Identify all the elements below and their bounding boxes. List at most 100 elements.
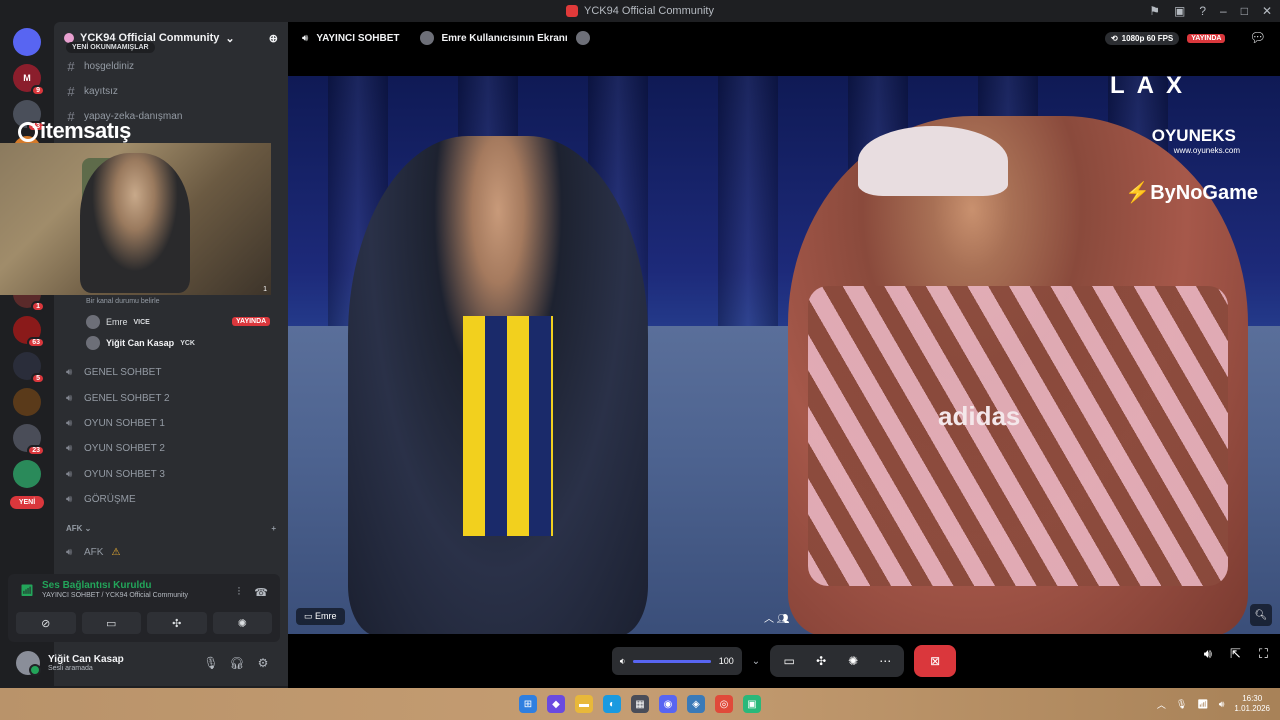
title-bar: YCK94 Official Community ⚑ ▣ ? – □ ✕ bbox=[0, 0, 1280, 22]
voice-channel-afk[interactable]: 🔊︎ AFK ⚠ bbox=[54, 540, 288, 565]
voice-channel[interactable]: 🔊︎ GENEL SOHBET 2 bbox=[54, 385, 288, 410]
new-unreads-pill[interactable]: YENİ OKUNMAMIŞLAR bbox=[66, 42, 155, 53]
volume-control[interactable]: 🔉︎ 100 bbox=[611, 647, 742, 675]
minimize-button[interactable]: – bbox=[1220, 4, 1227, 18]
folder-icon[interactable]: ▬ bbox=[575, 695, 593, 713]
voice-channel[interactable]: 🔊︎ GÖRÜŞME bbox=[54, 487, 288, 512]
chevron-down-icon[interactable]: ⌄ bbox=[752, 656, 760, 667]
voice-user-yigit[interactable]: Yiğit Can Kasap YCK bbox=[86, 334, 195, 352]
new-servers-label[interactable]: YENİ bbox=[10, 496, 44, 509]
copilot-icon[interactable]: ◆ bbox=[547, 695, 565, 713]
connection-status[interactable]: Ses Bağlantısı Kuruldu bbox=[42, 580, 270, 591]
channel-name: OYUN SOHBET 2 bbox=[84, 443, 165, 455]
invite-icon[interactable]: ⊕ bbox=[269, 32, 278, 45]
discord-home-icon[interactable] bbox=[13, 28, 41, 56]
voice-channel-list: 🔊︎ GENEL SOHBET 🔊︎ GENEL SOHBET 2 🔊︎ OYUN SOH… bbox=[54, 360, 288, 512]
server-icon[interactable] bbox=[13, 460, 41, 488]
maximize-button[interactable]: □ bbox=[1241, 4, 1248, 18]
disconnect-icon[interactable]: ☎ bbox=[254, 586, 268, 599]
activities-button[interactable]: ✣ bbox=[808, 648, 834, 674]
server-icon[interactable]: 23 bbox=[13, 424, 45, 456]
clan-tag: VICE bbox=[133, 318, 150, 326]
voice-channel[interactable]: 🔊︎ OYUN SOHBET 3 bbox=[54, 462, 288, 487]
screen-share-button[interactable]: ▭ bbox=[776, 648, 802, 674]
live-badge: YAYINDA bbox=[1187, 33, 1226, 43]
wifi-icon[interactable]: 📶︎ bbox=[1197, 699, 1208, 710]
volume-icon[interactable]: 🔊︎ bbox=[1204, 646, 1212, 662]
windows-taskbar: ⊞ ◆ ▬ ◐ ▦ ◉ ◈ ◎ ▣ ︿ 🎙︎ 📶︎ 🔊︎ 16:30 1.01.… bbox=[0, 688, 1280, 720]
chevron-up-icon[interactable]: ︿ bbox=[1157, 698, 1166, 711]
app-icon[interactable]: ◈ bbox=[687, 695, 705, 713]
microphone-icon[interactable]: 🎙︎ bbox=[202, 656, 220, 670]
server-icon[interactable]: M9 bbox=[13, 64, 45, 96]
voice-status-panel: 📶︎ Ses Bağlantısı Kuruldu YAYINCI SOHBET… bbox=[8, 574, 280, 642]
chrome-icon[interactable]: ◎ bbox=[715, 695, 733, 713]
connection-location: YAYINCI SOHBET / YCK94 Official Communit… bbox=[42, 592, 189, 599]
stage-channel-name: YAYINCI SOHBET bbox=[316, 32, 400, 44]
channel-status-note[interactable]: Bir kanal durumu belirle bbox=[86, 298, 160, 305]
mention-badge: 23 bbox=[27, 445, 45, 456]
afk-channel-wrap: 🔊︎ AFK ⚠ bbox=[54, 540, 288, 565]
server-icon[interactable] bbox=[13, 388, 41, 416]
add-channel-icon[interactable]: + bbox=[271, 524, 276, 533]
clan-tag: YCK bbox=[180, 339, 195, 347]
voice-channel[interactable]: 🔊︎ GENEL SOHBET bbox=[54, 360, 288, 385]
mention-badge: 9 bbox=[31, 85, 45, 96]
volume-icon[interactable]: 🔊︎ bbox=[1219, 699, 1225, 710]
voice-channel[interactable]: 🔊︎ OYUN SOHBET 2 bbox=[54, 436, 288, 461]
hash-icon: # bbox=[67, 59, 75, 74]
control-group: ▭ ✣ ✺ ⋯ bbox=[770, 645, 905, 677]
noise-suppression-icon[interactable]: ⫶ bbox=[238, 586, 241, 599]
volume-value: 100 bbox=[718, 656, 734, 666]
volume-slider[interactable] bbox=[633, 659, 711, 663]
voice-user-name: Emre bbox=[106, 317, 128, 327]
channel-name: OYUN SOHBET 1 bbox=[84, 417, 165, 429]
store-icon[interactable]: ▦ bbox=[631, 695, 649, 713]
more-icon[interactable]: ⋯ bbox=[872, 648, 898, 674]
help-icon[interactable]: ? bbox=[1199, 4, 1206, 18]
window-mode-icon[interactable]: ▣ bbox=[1174, 4, 1185, 18]
app-icon[interactable]: ▣ bbox=[743, 695, 761, 713]
avatar[interactable] bbox=[16, 651, 41, 676]
soundboard-button[interactable]: ✺ bbox=[212, 612, 272, 634]
curtain bbox=[718, 76, 778, 336]
inbox-flag-icon[interactable]: ⚑ bbox=[1149, 4, 1160, 18]
close-button[interactable]: ✕ bbox=[1262, 4, 1272, 18]
screen-share-button[interactable]: ▭ bbox=[81, 612, 141, 634]
speaker-icon: 🔊︎ bbox=[302, 32, 309, 44]
oyuneks-logo: OYUNEKS www.oyuneks.com bbox=[1151, 126, 1240, 155]
discord-taskbar-icon[interactable]: ◉ bbox=[659, 695, 677, 713]
voice-user-emre[interactable]: Emre VICE bbox=[86, 313, 150, 331]
headphones-icon[interactable]: 🎧︎ bbox=[228, 656, 246, 670]
voice-channel[interactable]: 🔊︎ OYUN SOHBET 1 bbox=[54, 411, 288, 436]
stream-stage: 🔊︎ YAYINCI SOHBET Emre Kullanıcısının Ek… bbox=[288, 22, 1280, 688]
bynogame-logo: ⚡ByNoGame bbox=[1125, 182, 1258, 204]
start-icon[interactable]: ⊞ bbox=[519, 695, 537, 713]
edge-icon[interactable]: ◐ bbox=[603, 695, 621, 713]
gear-icon[interactable]: ⚙ bbox=[254, 656, 272, 670]
soundboard-button[interactable]: ✺ bbox=[840, 648, 866, 674]
viewers-icon[interactable]: ︿ 👥︎ bbox=[764, 610, 789, 625]
popout-icon[interactable]: ⇱ bbox=[1230, 646, 1241, 662]
user-name: Yiğit Can Kasap bbox=[48, 654, 124, 665]
avatar bbox=[86, 336, 100, 350]
clock[interactable]: 16:30 1.01.2026 bbox=[1234, 694, 1270, 714]
zoom-icon[interactable]: 🔍︎ bbox=[1250, 604, 1272, 626]
refresh-icon: ⟲ bbox=[1110, 33, 1118, 43]
camera-off-button[interactable]: ⊘ bbox=[16, 612, 76, 634]
microphone-icon[interactable]: 🎙︎ bbox=[1176, 699, 1187, 710]
stop-watching-button[interactable]: ⊠ bbox=[914, 645, 957, 677]
server-icon[interactable]: 5 bbox=[13, 352, 45, 384]
channel-name: GÖRÜŞME bbox=[84, 494, 136, 506]
chat-bubble-icon[interactable]: 💬︎ bbox=[1249, 30, 1266, 46]
speaker-icon: 🔊︎ bbox=[66, 367, 73, 379]
activities-button[interactable]: ✣ bbox=[147, 612, 207, 634]
mention-badge: 1 bbox=[31, 301, 45, 312]
stage-header: 🔊︎ YAYINCI SOHBET Emre Kullanıcısının Ek… bbox=[288, 22, 1280, 54]
video-frame[interactable]: adidas LAX OYUNEKS www.oyuneks.com ⚡ByNo… bbox=[288, 76, 1280, 634]
server-icon[interactable]: 63 bbox=[13, 316, 45, 348]
text-channel[interactable]: # kayıtsız bbox=[54, 79, 288, 104]
afk-category[interactable]: AFK ⌄ + bbox=[66, 524, 276, 533]
text-channel[interactable]: # hoşgeldiniz bbox=[54, 54, 288, 79]
fullscreen-icon[interactable]: ⛶ bbox=[1259, 646, 1268, 662]
